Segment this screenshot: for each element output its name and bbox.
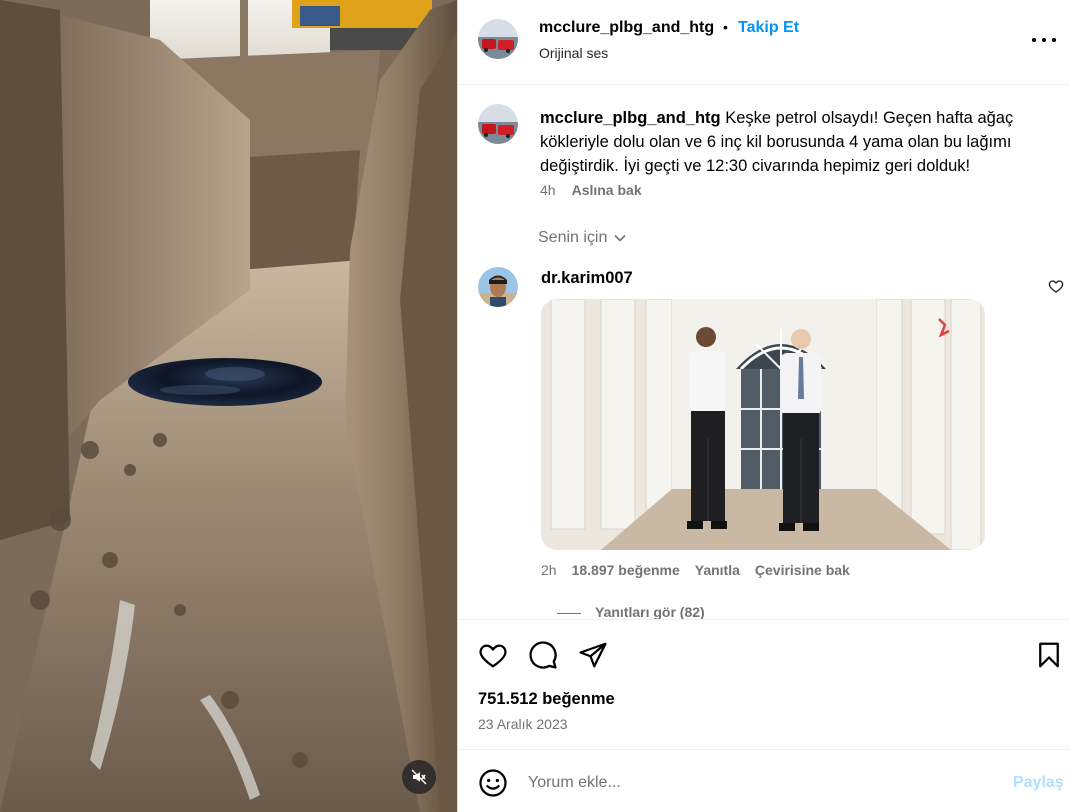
comment-heart-icon[interactable] — [1048, 278, 1064, 294]
see-original-link[interactable]: Aslına bak — [572, 182, 642, 198]
post-caption: mcclure_plbg_and_htg Keşke petrol olsayd… — [540, 106, 1055, 178]
comment-gif[interactable] — [541, 299, 985, 550]
caption-username[interactable]: mcclure_plbg_and_htg — [540, 109, 721, 127]
post-likes-count[interactable]: 751.512 beğenme — [478, 690, 615, 709]
post-side-panel: mcclure_plbg_and_htg • Takip Et Orijinal… — [457, 0, 1070, 812]
commenter-avatar[interactable] — [478, 267, 518, 307]
comment-input[interactable] — [528, 768, 988, 798]
chevron-down-icon — [614, 234, 626, 242]
heart-icon[interactable] — [478, 640, 508, 670]
gif-image — [541, 299, 985, 550]
emoji-icon[interactable] — [478, 768, 508, 798]
caption-time[interactable]: 4h — [540, 182, 556, 198]
view-replies-button[interactable]: Yanıtları gör (82) — [595, 604, 705, 619]
mute-toggle-button[interactable] — [402, 760, 436, 794]
caption-author-avatar[interactable] — [478, 104, 518, 144]
caption-meta: 4h Aslına bak — [540, 182, 642, 198]
reply-button[interactable]: Yanıtla — [695, 562, 740, 578]
comment-filter-label: Senin için — [538, 229, 608, 246]
comment-bubble-icon[interactable] — [528, 640, 558, 670]
comment-time[interactable]: 2h — [541, 562, 557, 578]
post-date[interactable]: 23 Aralık 2023 — [478, 716, 568, 732]
more-options-icon[interactable] — [1032, 30, 1056, 50]
send-icon[interactable] — [578, 640, 608, 670]
post-header: mcclure_plbg_and_htg • Takip Et Orijinal… — [458, 0, 1070, 85]
author-avatar[interactable] — [478, 19, 518, 59]
separator-dot: • — [723, 19, 728, 35]
comments-section[interactable]: mcclure_plbg_and_htg Keşke petrol olsayd… — [458, 86, 1070, 619]
commenter-username[interactable]: dr.karim007 — [541, 269, 633, 288]
author-username[interactable]: mcclure_plbg_and_htg — [539, 19, 714, 37]
comment-composer: Paylaş — [458, 749, 1070, 812]
bookmark-icon[interactable] — [1034, 640, 1064, 670]
see-translation-link[interactable]: Çevirisine bak — [755, 562, 850, 578]
speaker-muted-icon — [411, 769, 427, 785]
comment-likes[interactable]: 18.897 beğenme — [572, 562, 680, 578]
post-media[interactable] — [0, 0, 457, 812]
comment-filter-dropdown[interactable]: Senin için — [538, 229, 627, 247]
post-actions: 751.512 beğenme 23 Aralık 2023 — [458, 619, 1070, 749]
trench-photo — [0, 0, 457, 812]
post-comment-button[interactable]: Paylaş — [1013, 774, 1064, 792]
audio-label[interactable]: Orijinal ses — [539, 45, 608, 61]
follow-button[interactable]: Takip Et — [738, 19, 799, 37]
comment-meta: 2h 18.897 beğenme Yanıtla Çevirisine bak — [541, 562, 850, 578]
